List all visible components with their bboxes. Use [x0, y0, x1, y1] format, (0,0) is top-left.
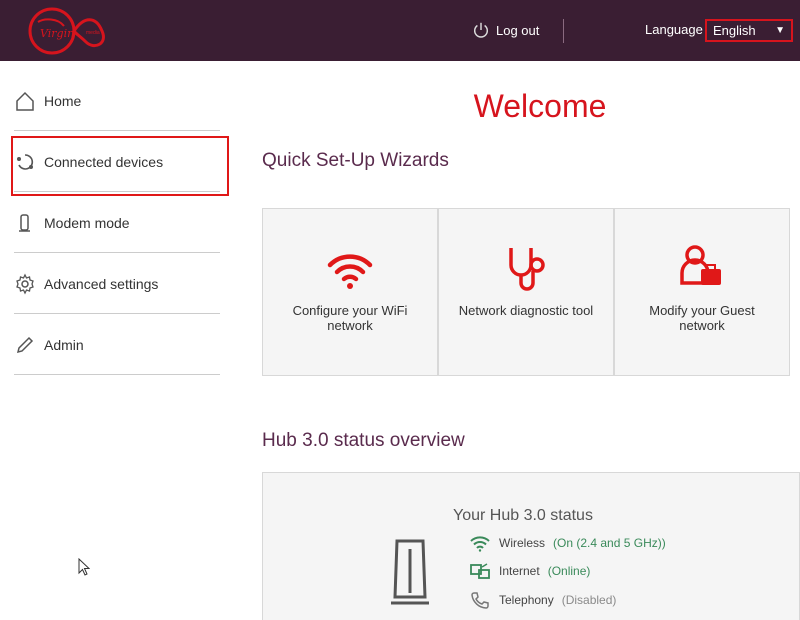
sidebar-item-label: Home — [44, 92, 82, 109]
language-label: Language — [645, 22, 703, 37]
header-divider — [563, 19, 564, 43]
wizards-row: Configure your WiFi network Network diag… — [262, 208, 800, 376]
highlight-annotation — [11, 136, 229, 196]
wifi-status-icon — [470, 536, 490, 552]
internet-status-icon — [470, 563, 490, 579]
status-name: Internet — [499, 564, 540, 578]
virgin-media-logo[interactable]: Virgin media — [24, 4, 116, 58]
power-icon — [473, 22, 489, 38]
status-section-title: Hub 3.0 status overview — [262, 430, 465, 451]
language-selected-value: English — [713, 23, 756, 38]
guest-user-icon — [680, 245, 721, 285]
router-admin-page: Virgin media Log out Language English ▼ … — [0, 0, 800, 620]
wizard-label: Modify your Guest network — [649, 303, 755, 333]
status-name: Telephony — [499, 593, 554, 607]
chevron-down-icon: ▼ — [775, 25, 785, 36]
status-card: Your Hub 3.0 status Wireless (On (2.4 an… — [262, 472, 800, 620]
svg-text:Virgin: Virgin — [40, 27, 74, 40]
hub-device-icon — [391, 539, 429, 605]
logout-label: Log out — [496, 22, 540, 38]
wizard-card-diagnostic[interactable]: Network diagnostic tool — [438, 208, 614, 376]
sidebar-item-label: Admin — [44, 336, 84, 353]
sidebar-item-admin[interactable]: Admin — [14, 315, 220, 375]
phone-icon — [471, 592, 489, 609]
sidebar-item-label: Modem mode — [44, 214, 130, 231]
modem-icon — [19, 213, 30, 232]
home-icon — [16, 91, 34, 111]
page-title: Welcome — [473, 88, 607, 124]
wizard-label: Network diagnostic tool — [458, 303, 594, 318]
status-row-internet: Internet (Online) — [469, 561, 590, 581]
sidebar-item-home[interactable]: Home — [14, 71, 220, 131]
wizard-card-wifi[interactable]: Configure your WiFi network — [262, 208, 438, 376]
language-select[interactable]: English ▼ — [705, 19, 793, 42]
pencil-icon — [16, 336, 34, 353]
status-row-wireless: Wireless (On (2.4 and 5 GHz)) — [469, 533, 666, 553]
top-header: Virgin media Log out Language English ▼ — [0, 0, 800, 61]
wizard-label: Configure your WiFi network — [292, 303, 408, 333]
status-state: (Disabled) — [561, 593, 617, 607]
stethoscope-icon — [509, 248, 545, 291]
wifi-icon — [327, 254, 373, 289]
sidebar-item-label: Advanced settings — [44, 275, 159, 292]
status-name: Wireless — [499, 536, 546, 550]
status-card-title: Your Hub 3.0 status — [453, 507, 593, 524]
sidebar-nav: Home Connected devices Modem mode Advanc… — [0, 61, 240, 620]
logout-button[interactable]: Log out — [472, 19, 539, 41]
wizards-section-title: Quick Set-Up Wizards — [262, 150, 449, 171]
gear-icon — [16, 273, 34, 294]
mouse-cursor-icon — [78, 558, 90, 576]
status-state: (Online) — [547, 564, 591, 578]
sidebar-item-advanced-settings[interactable]: Advanced settings — [14, 254, 220, 314]
status-row-telephony: Telephony (Disabled) — [469, 590, 616, 610]
status-state: (On (2.4 and 5 GHz)) — [553, 536, 666, 550]
sidebar-item-modem-mode[interactable]: Modem mode — [14, 193, 220, 253]
wizard-card-guest[interactable]: Modify your Guest network — [614, 208, 790, 376]
svg-text:media: media — [86, 30, 100, 36]
